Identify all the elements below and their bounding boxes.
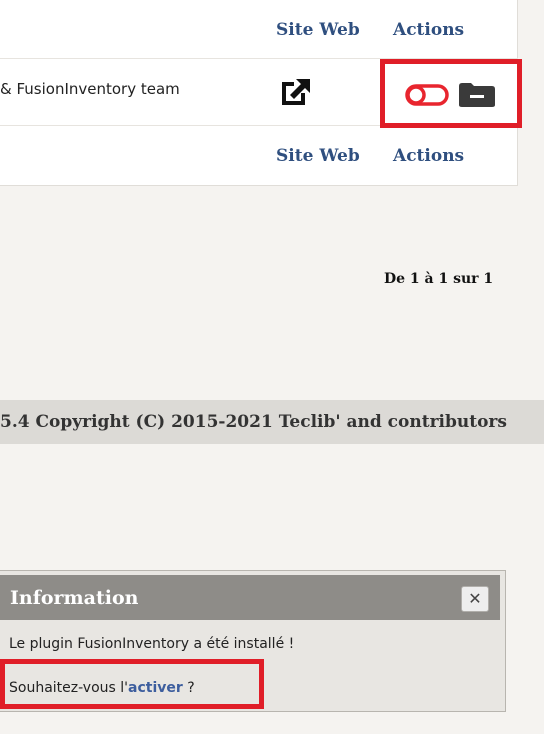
table-header-row: Site Web Actions: [0, 0, 518, 59]
copyright-text: 5.4 Copyright (C) 2015-2021 Teclib' and …: [0, 412, 507, 432]
activate-prompt: Souhaitez-vous l'activer ?: [9, 680, 195, 696]
column-header-actions[interactable]: Actions: [393, 20, 464, 40]
page-footer: 5.4 Copyright (C) 2015-2021 Teclib' and …: [0, 400, 544, 444]
installed-message: Le plugin FusionInventory a été installé…: [9, 636, 295, 652]
dialog-title: Information: [10, 587, 139, 609]
activate-link[interactable]: activer: [128, 680, 183, 696]
author-cell: & FusionInventory team: [0, 80, 180, 98]
pagination-summary: De 1 à 1 sur 1: [384, 271, 494, 287]
activate-prompt-suffix: ?: [182, 680, 195, 696]
column-footer-site-web[interactable]: Site Web: [276, 146, 360, 166]
external-link-icon[interactable]: [279, 76, 313, 108]
activate-prompt-prefix: Souhaitez-vous l': [9, 680, 128, 696]
column-footer-actions[interactable]: Actions: [393, 146, 464, 166]
close-icon[interactable]: ✕: [461, 586, 489, 612]
toggle-off-icon[interactable]: [405, 84, 449, 106]
dialog-titlebar: Information ✕: [0, 575, 500, 620]
folder-minus-icon[interactable]: [457, 82, 497, 108]
actions-highlight: [380, 59, 522, 128]
column-header-site-web[interactable]: Site Web: [276, 20, 360, 40]
table-footer-row: Site Web Actions: [0, 125, 518, 186]
